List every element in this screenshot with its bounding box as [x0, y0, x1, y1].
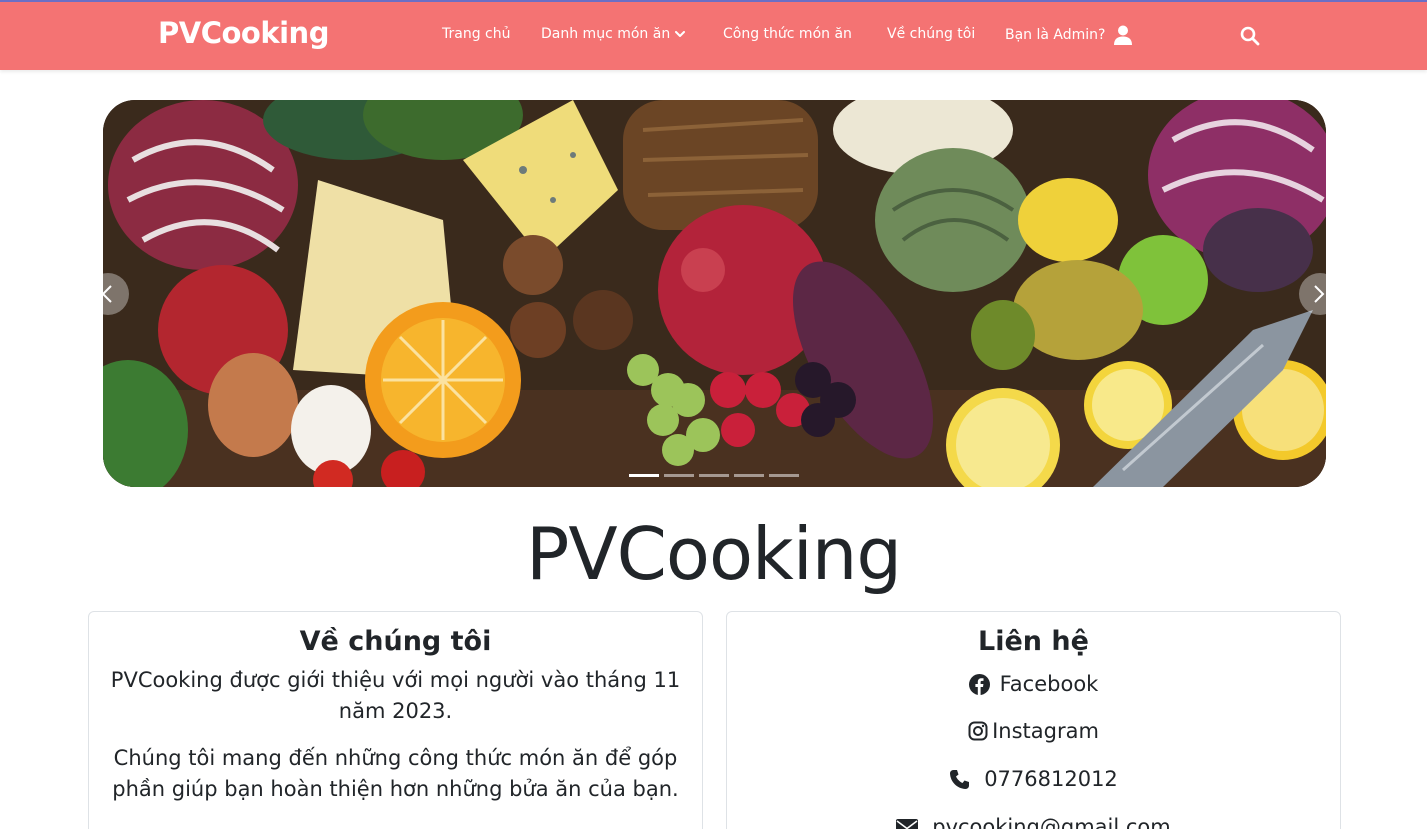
carousel-next-button[interactable]: [1299, 273, 1341, 315]
hero-carousel: [103, 100, 1326, 487]
nav-link-admin[interactable]: Bạn là Admin?: [1005, 25, 1133, 45]
nav-dropdown-categories-label: Danh mục món ăn: [541, 26, 671, 42]
phone-icon: [950, 769, 970, 789]
contact-heading: Liên hệ: [978, 626, 1089, 657]
carousel-prev-button[interactable]: [87, 273, 129, 315]
page-title: PVCooking: [525, 512, 902, 596]
chevron-down-icon: [675, 30, 686, 37]
about-card: Về chúng tôi PVCooking được giới thiệu v…: [88, 611, 703, 829]
carousel-indicators: [629, 474, 799, 477]
contact-facebook-link[interactable]: Facebook: [727, 672, 1340, 696]
about-paragraph-2: Chúng tôi mang đến những công thức món ă…: [112, 746, 679, 801]
contact-card: Liên hệ Facebook Instagram 0776812012 pv…: [726, 611, 1341, 829]
user-icon: [1114, 25, 1133, 45]
top-navbar: PVCooking Trang chủ Danh mục món ăn Công…: [0, 0, 1427, 70]
about-heading: Về chúng tôi: [299, 626, 492, 657]
carousel-indicator-1[interactable]: [629, 474, 659, 477]
instagram-icon: [968, 721, 988, 741]
contact-phone-label: 0776812012: [984, 767, 1118, 791]
chevron-left-icon: [101, 285, 112, 303]
carousel-indicator-2[interactable]: [664, 474, 694, 477]
search-button[interactable]: [1240, 26, 1260, 46]
search-icon: [1240, 26, 1260, 46]
nav-link-admin-label: Bạn là Admin?: [1005, 27, 1106, 43]
carousel-indicator-4[interactable]: [734, 474, 764, 477]
carousel-slide-image: [103, 100, 1326, 487]
carousel-indicator-3[interactable]: [699, 474, 729, 477]
contact-instagram-label: Instagram: [992, 719, 1099, 743]
nav-link-home-label: Trang chủ: [442, 26, 511, 42]
contact-email-label: pvcooking@gmail.com: [932, 815, 1171, 829]
about-paragraph-1: PVCooking được giới thiệu với mọi người …: [110, 668, 681, 723]
contact-email-link[interactable]: pvcooking@gmail.com: [727, 815, 1340, 829]
envelope-icon: [896, 818, 919, 829]
carousel-indicator-5[interactable]: [769, 474, 799, 477]
brand-logo[interactable]: PVCooking: [158, 16, 329, 50]
nav-dropdown-categories[interactable]: Danh mục món ăn: [541, 26, 686, 42]
nav-link-recipes[interactable]: Công thức món ăn: [723, 26, 852, 42]
nav-link-about-label: Về chúng tôi: [887, 26, 976, 42]
contact-facebook-label: Facebook: [999, 672, 1099, 696]
contact-instagram-link[interactable]: Instagram: [727, 719, 1340, 743]
chevron-right-icon: [1314, 285, 1325, 303]
contact-phone-link[interactable]: 0776812012: [727, 767, 1340, 791]
nav-link-recipes-label: Công thức món ăn: [723, 26, 852, 42]
nav-link-home[interactable]: Trang chủ: [442, 26, 510, 42]
nav-link-about[interactable]: Về chúng tôi: [887, 26, 975, 42]
facebook-icon: [968, 673, 990, 695]
